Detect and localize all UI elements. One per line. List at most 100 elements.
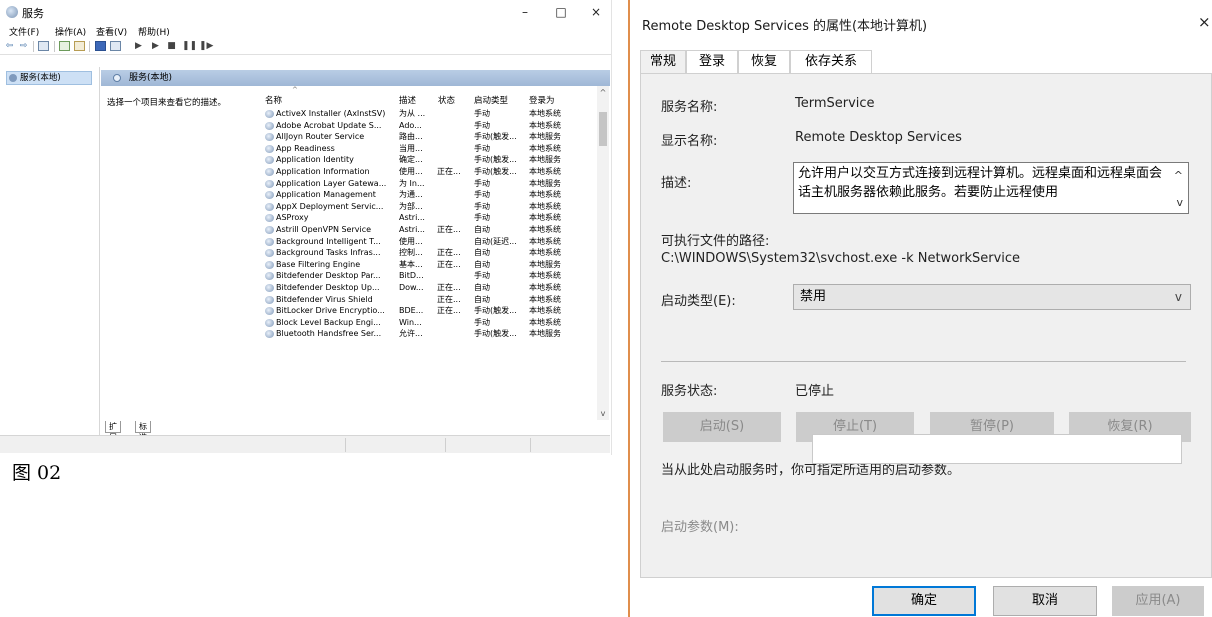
- service-gear-icon: [265, 167, 274, 176]
- service-startup-cell: 手动(触发...: [474, 306, 517, 316]
- service-name-cell: Application Identity: [276, 155, 354, 165]
- menu-action[interactable]: 操作(A): [55, 25, 86, 38]
- service-description-cell: 确定...: [399, 155, 423, 165]
- table-row[interactable]: Application Information 使用... 正在... 手动(触发..…: [265, 166, 600, 178]
- table-row[interactable]: App Readiness 当用... 手动 本地系统: [265, 143, 600, 155]
- service-logon-cell: 本地系统: [529, 224, 561, 234]
- pause-icon[interactable]: ❚❚: [182, 41, 197, 51]
- service-gear-icon: [265, 249, 274, 258]
- start-params-input[interactable]: [812, 434, 1182, 464]
- services-gear-icon: [6, 6, 18, 18]
- service-startup-cell: 手动: [474, 213, 490, 223]
- export-icon[interactable]: [74, 41, 85, 51]
- refresh-icon[interactable]: [59, 41, 70, 51]
- menu-file[interactable]: 文件(F): [9, 25, 39, 38]
- play-next-icon[interactable]: ▶: [150, 41, 161, 51]
- maximize-button[interactable]: □: [551, 5, 571, 19]
- column-header-status[interactable]: 状态: [438, 94, 455, 106]
- service-status-cell: 正在...: [437, 166, 461, 176]
- service-name-cell: Bluetooth Handsfree Ser...: [276, 329, 382, 339]
- minimize-button[interactable]: –: [515, 5, 535, 19]
- table-row[interactable]: ASProxy Astri... 手动 本地系统: [265, 212, 600, 224]
- apply-button[interactable]: 应用(A): [1112, 586, 1204, 616]
- table-row[interactable]: Astrill OpenVPN Service Astri... 正在... 自动 本地…: [265, 224, 600, 236]
- service-description-cell: BDE...: [399, 306, 424, 316]
- service-description-cell: 为通...: [399, 190, 423, 200]
- table-row[interactable]: Background Tasks Infras... 控制... 正在... 自动 本地…: [265, 247, 600, 259]
- service-gear-icon: [265, 110, 274, 118]
- table-row[interactable]: Background Intelligent T... 使用... 自动(延迟...…: [265, 236, 600, 248]
- tab-recovery[interactable]: 恢复: [738, 50, 790, 74]
- menu-view[interactable]: 查看(V): [96, 25, 127, 38]
- scroll-up-icon[interactable]: ^: [1174, 166, 1183, 185]
- service-description-cell: Dow...: [399, 282, 424, 292]
- startup-type-dropdown[interactable]: 禁用 v: [793, 284, 1191, 310]
- forward-arrow-icon[interactable]: ⇨: [18, 41, 29, 51]
- view-icon[interactable]: [110, 41, 121, 51]
- start-button[interactable]: 启动(S): [663, 412, 781, 442]
- tree-item-services-local[interactable]: 服务(本地): [6, 71, 92, 85]
- close-icon[interactable]: ×: [1198, 13, 1211, 31]
- close-button[interactable]: ×: [586, 5, 606, 19]
- table-row[interactable]: ActiveX Installer (AxInstSV) 为从 ... 手动 本地系统: [265, 108, 600, 120]
- tab-standard[interactable]: 标准: [135, 421, 151, 442]
- service-name-cell: Application Layer Gatewa...: [276, 178, 387, 188]
- service-gear-icon: [265, 272, 274, 281]
- service-gear-icon: [265, 225, 274, 234]
- service-status-cell: 正在...: [437, 224, 461, 234]
- stop-icon[interactable]: ■: [166, 41, 177, 51]
- scroll-down-icon[interactable]: v: [597, 409, 609, 418]
- panel-header: 服务(本地): [101, 70, 610, 86]
- scroll-down-icon[interactable]: v: [1176, 193, 1183, 212]
- description-prompt: 选择一个项目来查看它的描述。: [107, 98, 227, 108]
- menu-help[interactable]: 帮助(H): [138, 25, 170, 38]
- play-icon[interactable]: ▶: [133, 41, 144, 51]
- services-gear-icon: [9, 74, 17, 82]
- service-logon-cell: 本地系统: [529, 166, 561, 176]
- service-description-cell: 为从 ...: [399, 109, 426, 118]
- service-description-cell: Astri...: [399, 224, 425, 234]
- table-row[interactable]: Application Identity 确定... 手动(触发... 本地服务: [265, 154, 600, 166]
- service-startup-cell: 手动: [474, 143, 490, 153]
- ok-button[interactable]: 确定: [872, 586, 976, 616]
- table-row[interactable]: Application Management 为通... 手动 本地系统: [265, 189, 600, 201]
- description-textbox[interactable]: 允许用户以交互方式连接到远程计算机。远程桌面和远程桌面会话主机服务器依赖此服务。…: [793, 162, 1189, 214]
- vertical-scrollbar[interactable]: ^ v: [597, 86, 609, 420]
- table-row[interactable]: Bluetooth Handsfree Ser... 允许... 手动(触发... 本…: [265, 328, 600, 340]
- service-name-cell: Background Tasks Infras...: [276, 248, 381, 258]
- tab-logon[interactable]: 登录: [686, 50, 738, 74]
- service-gear-icon: [265, 330, 274, 339]
- tab-general[interactable]: 常规: [640, 50, 686, 75]
- table-row[interactable]: Bitdefender Desktop Up... Dow... 正在... 自动 本地…: [265, 282, 600, 294]
- tab-dependencies[interactable]: 依存关系: [790, 50, 872, 74]
- table-row[interactable]: AllJoyn Router Service 路由... 手动(触发... 本地服务: [265, 131, 600, 143]
- figure-caption: 图 02: [12, 462, 62, 484]
- service-name-cell: Bitdefender Desktop Up...: [276, 282, 380, 292]
- search-icon: [113, 74, 121, 82]
- table-row[interactable]: BitLocker Drive Encryptio... BDE... 正在... 手…: [265, 305, 600, 317]
- scrollbar-thumb[interactable]: [599, 112, 607, 146]
- service-logon-cell: 本地系统: [529, 294, 561, 304]
- console-tree-icon[interactable]: [38, 41, 49, 51]
- table-row[interactable]: Bitdefender Virus Shield 正在... 自动 本地系统: [265, 294, 600, 306]
- table-row[interactable]: Adobe Acrobat Update S... Ado... 手动 本地系统: [265, 120, 600, 132]
- restart-icon[interactable]: ❚▶: [199, 41, 213, 51]
- back-arrow-icon[interactable]: ⇦: [4, 41, 15, 51]
- description-label: 描述:: [661, 176, 692, 191]
- tab-extended[interactable]: 扩展: [105, 421, 121, 442]
- column-header-startup-type[interactable]: 启动类型: [474, 94, 508, 106]
- column-header-logon-as[interactable]: 登录为: [529, 94, 555, 106]
- cancel-button[interactable]: 取消: [993, 586, 1097, 616]
- table-row[interactable]: Bitdefender Desktop Par... BitD... 手动 本地系统: [265, 270, 600, 282]
- column-header-description[interactable]: 描述: [399, 94, 416, 106]
- help-icon[interactable]: [95, 41, 106, 51]
- scroll-up-icon[interactable]: ^: [597, 88, 609, 97]
- table-row[interactable]: Block Level Backup Engi... Win... 手动 本地系统: [265, 317, 600, 329]
- service-startup-cell: 手动(触发...: [474, 155, 517, 165]
- table-row[interactable]: Application Layer Gatewa... 为 In... 手动 本地服务: [265, 178, 600, 190]
- column-header-name[interactable]: 名称: [265, 94, 282, 106]
- exe-path-label: 可执行文件的路径:: [661, 234, 770, 249]
- service-name-cell: Astrill OpenVPN Service: [276, 224, 372, 234]
- table-row[interactable]: Base Filtering Engine 基本... 正在... 自动 本地服务: [265, 259, 600, 271]
- table-row[interactable]: AppX Deployment Servic... 为部... 手动 本地系统: [265, 201, 600, 213]
